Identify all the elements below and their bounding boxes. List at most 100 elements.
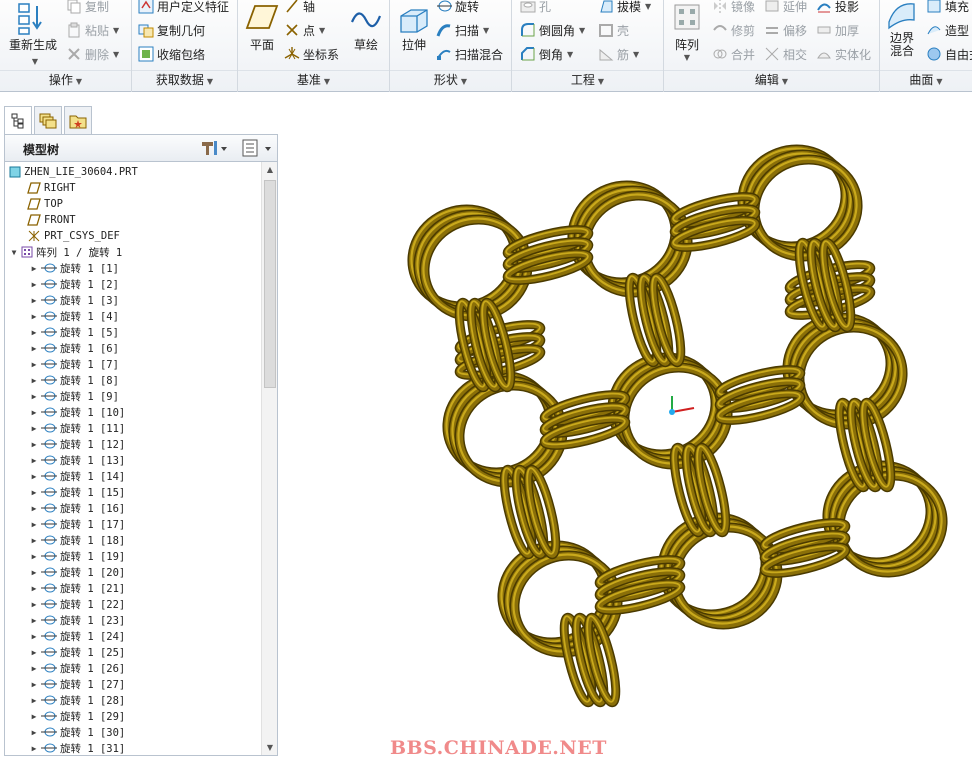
solidify-button[interactable]: 实体化 — [816, 44, 871, 64]
tree-item-feature[interactable]: ▶ 旋转 1 [8] — [29, 372, 119, 388]
tree-item-feature[interactable]: ▶ 旋转 1 [18] — [29, 532, 126, 548]
pattern-button[interactable]: 阵列 ▼ — [670, 2, 704, 62]
tree-item-feature[interactable]: ▶ 旋转 1 [3] — [29, 292, 119, 308]
thicken-button[interactable]: 加厚 — [816, 20, 859, 40]
expand-arrow-icon[interactable]: ▶ — [29, 696, 39, 705]
shell-button[interactable]: 壳 — [598, 20, 629, 40]
tree-item-datum[interactable]: FRONT — [25, 212, 76, 228]
expand-arrow-icon[interactable]: ▶ — [29, 632, 39, 641]
tree-item-feature[interactable]: ▶ 旋转 1 [25] — [29, 644, 126, 660]
rib-button[interactable]: 筋 ▼ — [598, 44, 639, 64]
shrinkwrap-button[interactable]: 收缩包络 — [138, 44, 205, 64]
tree-item-datum[interactable]: TOP — [25, 196, 63, 212]
expand-arrow-icon[interactable]: ▶ — [29, 744, 39, 753]
tree-item-feature[interactable]: ▶ 旋转 1 [6] — [29, 340, 119, 356]
tree-item-feature[interactable]: ▶ 旋转 1 [16] — [29, 500, 126, 516]
intersect-button[interactable]: 相交 — [764, 44, 807, 64]
expand-arrow-icon[interactable]: ▶ — [29, 472, 39, 481]
extend-button[interactable]: 延伸 — [764, 0, 807, 16]
copy-button[interactable]: 复制 — [66, 0, 109, 16]
project-button[interactable]: 投影 — [816, 0, 859, 16]
expand-arrow-icon[interactable]: ▶ — [29, 440, 39, 449]
tab-model-tree[interactable] — [4, 106, 32, 134]
expand-arrow-icon[interactable]: ▶ — [29, 392, 39, 401]
tree-item-feature[interactable]: ▶ 旋转 1 [31] — [29, 740, 126, 755]
tree-item-feature[interactable]: ▶ 旋转 1 [7] — [29, 356, 119, 372]
tree-item-feature[interactable]: ▶ 旋转 1 [12] — [29, 436, 126, 452]
trim-button[interactable]: 修剪 — [712, 20, 755, 40]
tree-item-feature[interactable]: ▶ 旋转 1 [15] — [29, 484, 126, 500]
tree-item-feature[interactable]: ▶ 旋转 1 [14] — [29, 468, 126, 484]
tree-item-feature[interactable]: ▶ 旋转 1 [20] — [29, 564, 126, 580]
expand-arrow-icon[interactable]: ▶ — [29, 520, 39, 529]
sweep-button[interactable]: 扫描 ▼ — [436, 20, 489, 40]
axis-button[interactable]: 轴 — [284, 0, 315, 16]
tree-item-feature[interactable]: ▶ 旋转 1 [26] — [29, 660, 126, 676]
tree-columns-button[interactable] — [241, 139, 275, 160]
tree-item-feature[interactable]: ▶ 旋转 1 [9] — [29, 388, 119, 404]
expand-arrow-icon[interactable]: ▶ — [29, 552, 39, 561]
expand-arrow-icon[interactable]: ▼ — [9, 248, 19, 257]
expand-arrow-icon[interactable]: ▶ — [29, 504, 39, 513]
tree-item-feature[interactable]: ▶ 旋转 1 [22] — [29, 596, 126, 612]
tab-favorites[interactable] — [64, 106, 92, 134]
tree-item-feature[interactable]: ▶ 旋转 1 [1] — [29, 260, 119, 276]
style-button[interactable]: 造型 — [926, 20, 969, 40]
hole-button[interactable]: 孔 — [520, 0, 551, 16]
delete-button[interactable]: 删除 ▼ — [66, 44, 119, 64]
tree-item-datum[interactable]: PRT_CSYS_DEF — [25, 228, 120, 244]
expand-arrow-icon[interactable]: ▶ — [29, 360, 39, 369]
expand-arrow-icon[interactable]: ▶ — [29, 376, 39, 385]
tree-item-feature[interactable]: ▶ 旋转 1 [13] — [29, 452, 126, 468]
group-label-engineering[interactable]: 工程 ▼ — [512, 70, 663, 90]
expand-arrow-icon[interactable]: ▶ — [29, 584, 39, 593]
expand-arrow-icon[interactable]: ▶ — [29, 408, 39, 417]
freestyle-button[interactable]: 自由式 — [926, 44, 972, 64]
scrollbar-thumb[interactable] — [264, 180, 276, 388]
expand-arrow-icon[interactable]: ▶ — [29, 600, 39, 609]
tree-item-feature[interactable]: ▶ 旋转 1 [17] — [29, 516, 126, 532]
expand-arrow-icon[interactable]: ▶ — [29, 328, 39, 337]
copy-geometry-button[interactable]: 复制几何 — [138, 20, 205, 40]
group-label-shapes[interactable]: 形状 ▼ — [390, 70, 511, 90]
paste-button[interactable]: 粘贴 ▼ — [66, 20, 119, 40]
group-label-operations[interactable]: 操作 ▼ — [0, 70, 131, 90]
group-label-get-data[interactable]: 获取数据 ▼ — [132, 70, 237, 90]
merge-button[interactable]: 合并 — [712, 44, 755, 64]
expand-arrow-icon[interactable]: ▶ — [29, 424, 39, 433]
scroll-up-arrow[interactable]: ▲ — [262, 162, 277, 178]
expand-arrow-icon[interactable]: ▶ — [29, 648, 39, 657]
swept-blend-button[interactable]: 扫描混合 — [436, 44, 503, 64]
graphics-viewport[interactable] — [282, 92, 972, 767]
expand-arrow-icon[interactable]: ▶ — [29, 312, 39, 321]
group-label-editing[interactable]: 编辑 ▼ — [664, 70, 879, 90]
tree-item-feature[interactable]: ▶ 旋转 1 [21] — [29, 580, 126, 596]
expand-arrow-icon[interactable]: ▶ — [29, 616, 39, 625]
expand-arrow-icon[interactable]: ▶ — [29, 456, 39, 465]
tree-item-feature[interactable]: ▶ 旋转 1 [28] — [29, 692, 126, 708]
expand-arrow-icon[interactable]: ▶ — [29, 488, 39, 497]
expand-arrow-icon[interactable]: ▶ — [29, 344, 39, 353]
tree-item-feature[interactable]: ▶ 旋转 1 [4] — [29, 308, 119, 324]
tree-vertical-scrollbar[interactable]: ▲ ▼ — [261, 162, 277, 755]
tree-item-feature[interactable]: ▶ 旋转 1 [19] — [29, 548, 126, 564]
expand-arrow-icon[interactable]: ▶ — [29, 280, 39, 289]
plane-button[interactable]: 平面 — [242, 2, 282, 53]
tree-item-feature[interactable]: ▶ 旋转 1 [5] — [29, 324, 119, 340]
tree-item-feature[interactable]: ▶ 旋转 1 [2] — [29, 276, 119, 292]
tree-item-feature[interactable]: ▶ 旋转 1 [30] — [29, 724, 126, 740]
revolve-button[interactable]: 旋转 — [436, 0, 479, 16]
boundary-blend-button[interactable]: 边界混合 — [884, 0, 920, 58]
regenerate-button[interactable]: 重新生成▼ — [6, 2, 60, 67]
expand-arrow-icon[interactable]: ▶ — [29, 664, 39, 673]
mirror-button[interactable]: 镜像 — [712, 0, 755, 16]
expand-arrow-icon[interactable]: ▶ — [29, 264, 39, 273]
fill-button[interactable]: 填充 — [926, 0, 969, 16]
expand-arrow-icon[interactable]: ▶ — [29, 536, 39, 545]
expand-arrow-icon[interactable]: ▶ — [29, 712, 39, 721]
tree-item-feature[interactable]: ▶ 旋转 1 [11] — [29, 420, 126, 436]
expand-arrow-icon[interactable]: ▶ — [29, 728, 39, 737]
tree-item-feature[interactable]: ▶ 旋转 1 [24] — [29, 628, 126, 644]
tree-item-feature[interactable]: ▶ 旋转 1 [23] — [29, 612, 126, 628]
draft-button[interactable]: 拔模 ▼ — [598, 0, 651, 16]
